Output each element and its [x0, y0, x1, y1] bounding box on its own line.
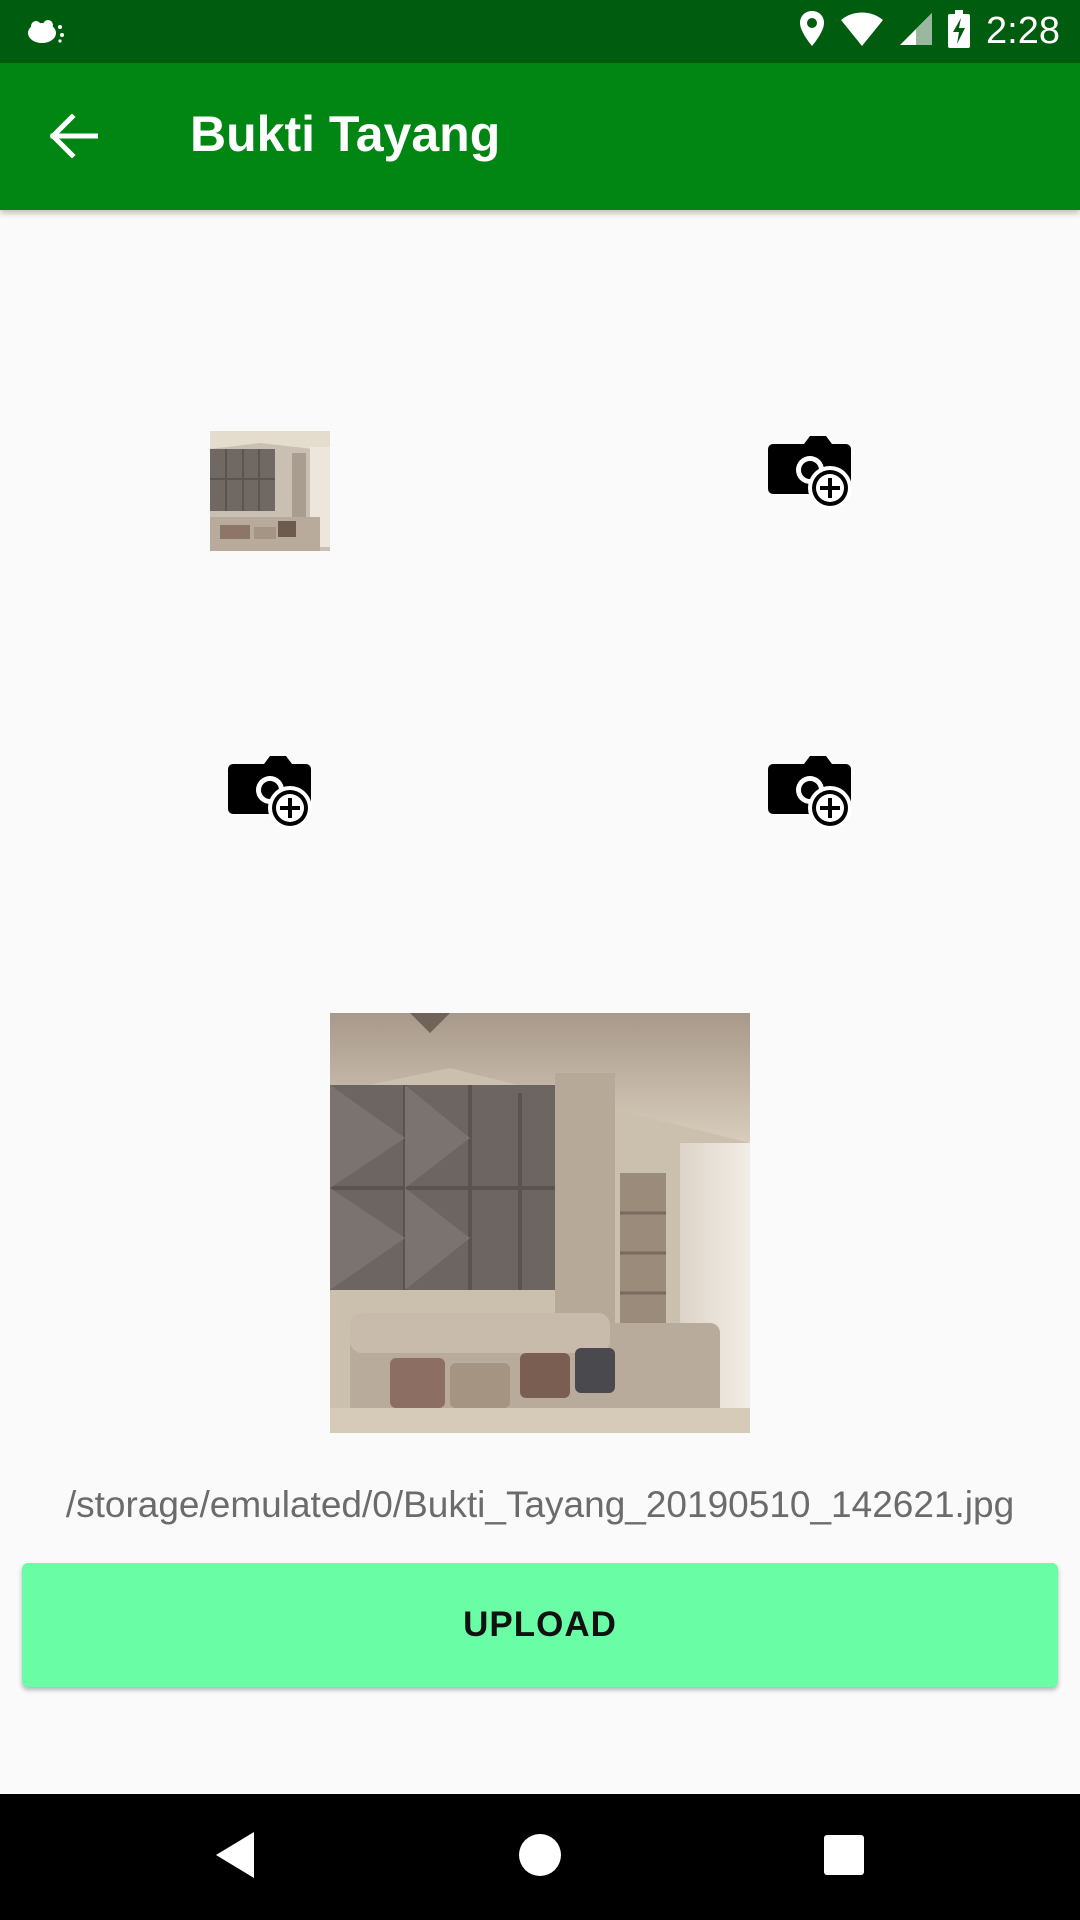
- back-triangle-icon: [214, 1830, 258, 1885]
- app-bar: Bukti Tayang: [0, 63, 1080, 210]
- battery-charging-icon: [948, 10, 984, 53]
- status-bar: 2:28: [0, 0, 1080, 63]
- photo-preview: [330, 1013, 750, 1433]
- photo-slot-4[interactable]: [766, 752, 856, 832]
- photo-slot-2[interactable]: [766, 432, 856, 512]
- notification-icon: [26, 19, 66, 50]
- nav-recents-button[interactable]: [809, 1822, 879, 1892]
- file-path: /storage/emulated/0/Bukti_Tayang_2019051…: [65, 1484, 1015, 1525]
- photo-slot-3[interactable]: [226, 752, 316, 832]
- upload-button[interactable]: UPLOAD: [22, 1563, 1058, 1687]
- location-icon: [798, 10, 840, 53]
- nav-home-button[interactable]: [505, 1822, 575, 1892]
- wifi-icon: [840, 11, 898, 52]
- signal-icon: [898, 11, 948, 52]
- back-button[interactable]: [36, 103, 112, 173]
- status-time: 2:28: [986, 10, 1060, 52]
- photo-slot-1[interactable]: [210, 431, 330, 551]
- page-title: Bukti Tayang: [190, 106, 501, 162]
- add-camera-icon: [768, 436, 852, 510]
- arrow-back-icon: [49, 112, 99, 163]
- navigation-bar: [0, 1794, 1080, 1920]
- photo-thumbnail: [210, 431, 330, 551]
- add-camera-icon: [768, 756, 852, 830]
- add-camera-icon: [228, 756, 312, 830]
- home-circle-icon: [517, 1832, 563, 1883]
- nav-back-button[interactable]: [201, 1822, 271, 1892]
- recents-square-icon: [823, 1834, 865, 1881]
